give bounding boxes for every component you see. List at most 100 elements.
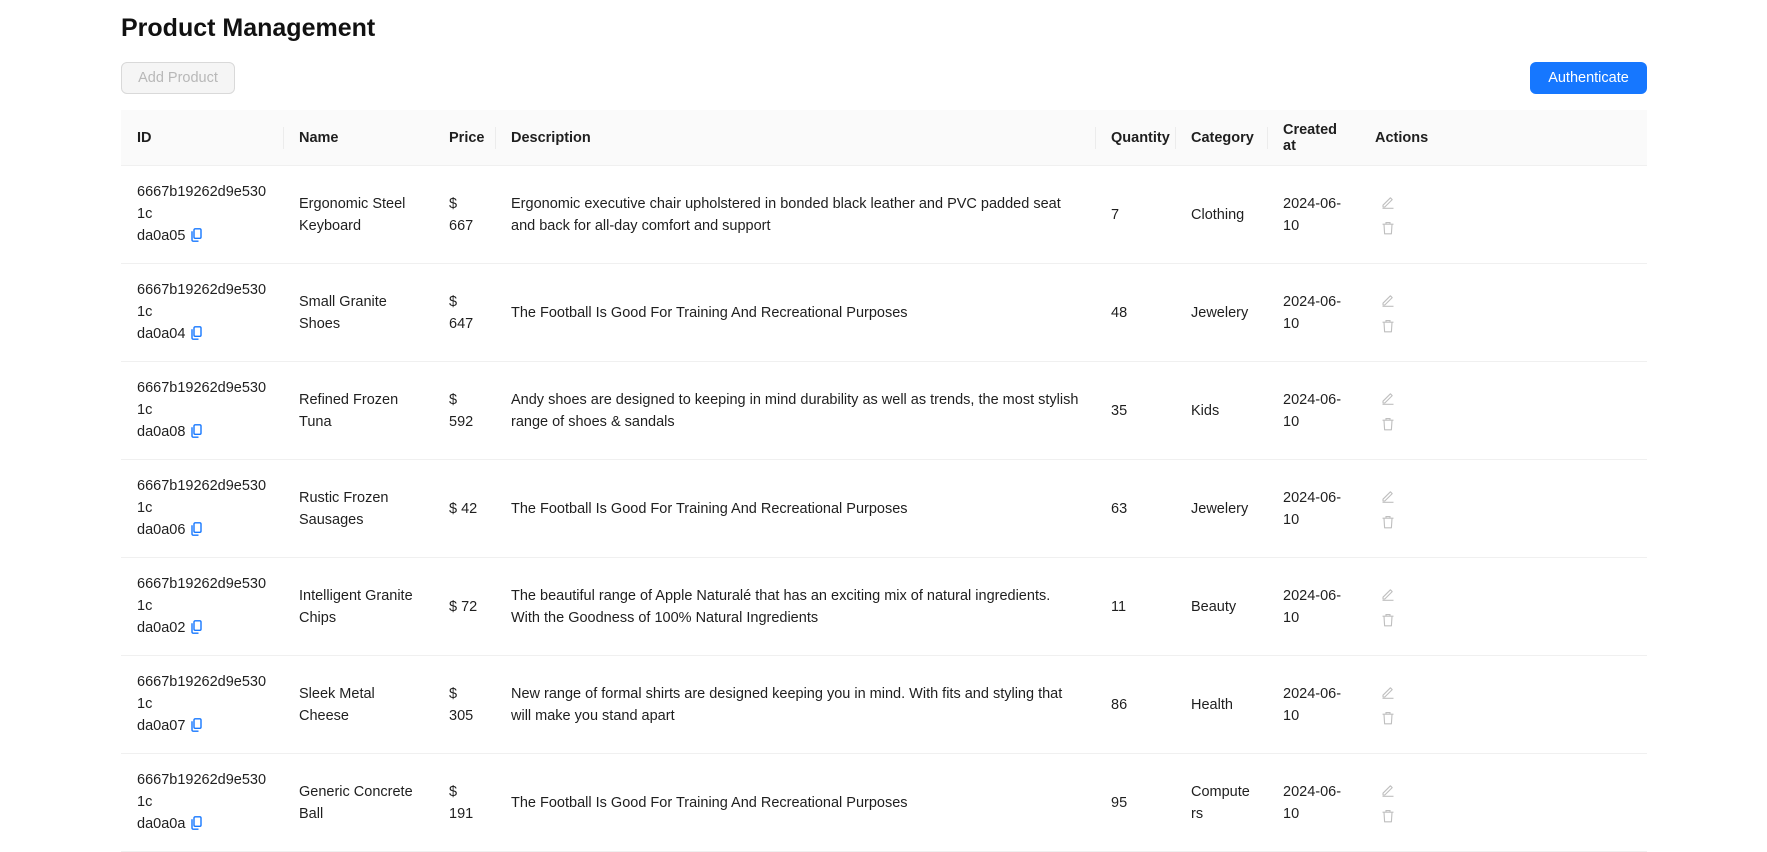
product-id-line2: da0a06 xyxy=(137,521,186,538)
column-header-created-at: Created at xyxy=(1267,110,1359,166)
authenticate-button[interactable]: Authenticate xyxy=(1530,62,1647,94)
product-name: Ergonomic Steel Keyboard xyxy=(283,165,433,264)
copy-icon[interactable] xyxy=(191,423,203,445)
product-quantity: 86 xyxy=(1095,655,1175,754)
actions-cell xyxy=(1359,165,1647,264)
table-row: 6667b19262d9e5301c da0a06 Rustic Frozen S… xyxy=(121,459,1647,558)
add-product-button[interactable]: Add Product xyxy=(121,62,235,94)
delete-icon[interactable] xyxy=(1381,221,1395,235)
column-header-category: Category xyxy=(1175,110,1267,166)
id-cell: 6667b19262d9e5301c da0a06 xyxy=(121,459,283,558)
product-id-line2: da0a02 xyxy=(137,619,186,636)
id-cell: 6667b19262d9e5301c da0a05 xyxy=(121,165,283,264)
column-header-name: Name xyxy=(283,110,433,166)
product-price: $ 72 xyxy=(433,557,495,656)
product-category: Health xyxy=(1175,655,1267,754)
column-header-description: Description xyxy=(495,110,1095,166)
actions-cell xyxy=(1359,263,1647,362)
edit-icon[interactable] xyxy=(1381,195,1395,209)
product-price: $ 647 xyxy=(433,263,495,362)
product-category: Jewelery xyxy=(1175,263,1267,362)
product-id-line2: da0a04 xyxy=(137,325,186,342)
product-id-line1: 6667b19262d9e5301c xyxy=(137,575,267,614)
delete-icon[interactable] xyxy=(1381,613,1395,627)
product-created-at: 2024-06-10 xyxy=(1267,557,1359,656)
edit-icon[interactable] xyxy=(1381,489,1395,503)
product-description: Ergonomic executive chair upholstered in… xyxy=(495,165,1095,264)
product-id-line2: da0a0a xyxy=(137,815,186,832)
product-id-line1: 6667b19262d9e5301c xyxy=(137,379,267,418)
product-description: Andy shoes are designed to keeping in mi… xyxy=(495,361,1095,460)
copy-icon[interactable] xyxy=(191,521,203,543)
actions-cell xyxy=(1359,361,1647,460)
product-price: $ 42 xyxy=(433,459,495,558)
product-id-line1: 6667b19262d9e5301c xyxy=(137,477,267,516)
page: Product Management Add Product Authentic… xyxy=(0,0,1767,852)
table-row: 6667b19262d9e5301c da0a08 Refined Frozen … xyxy=(121,361,1647,460)
copy-icon[interactable] xyxy=(191,815,203,837)
table-row: 6667b19262d9e5301c da0a0a Generic Concret… xyxy=(121,753,1647,852)
id-cell: 6667b19262d9e5301c da0a02 xyxy=(121,557,283,656)
product-description: The Football Is Good For Training And Re… xyxy=(495,753,1095,852)
product-price: $ 592 xyxy=(433,361,495,460)
product-description: The Football Is Good For Training And Re… xyxy=(495,459,1095,558)
table-header: ID Name Price Description Quantity Categ… xyxy=(121,110,1647,166)
table-row: 6667b19262d9e5301c da0a07 Sleek Metal Che… xyxy=(121,655,1647,754)
product-price: $ 667 xyxy=(433,165,495,264)
delete-icon[interactable] xyxy=(1381,417,1395,431)
copy-icon[interactable] xyxy=(191,325,203,347)
column-header-id: ID xyxy=(121,110,283,166)
table-row: 6667b19262d9e5301c da0a02 Intelligent Gra… xyxy=(121,557,1647,656)
product-id-line1: 6667b19262d9e5301c xyxy=(137,183,267,222)
column-header-price: Price xyxy=(433,110,495,166)
edit-icon[interactable] xyxy=(1381,783,1395,797)
product-category: Beauty xyxy=(1175,557,1267,656)
product-id-line1: 6667b19262d9e5301c xyxy=(137,771,267,810)
product-created-at: 2024-06-10 xyxy=(1267,459,1359,558)
id-cell: 6667b19262d9e5301c da0a08 xyxy=(121,361,283,460)
table-row: 6667b19262d9e5301c da0a05 Ergonomic Steel… xyxy=(121,165,1647,264)
product-id-line2: da0a08 xyxy=(137,423,186,440)
actions-cell xyxy=(1359,753,1647,852)
product-created-at: 2024-06-10 xyxy=(1267,361,1359,460)
copy-icon[interactable] xyxy=(191,619,203,641)
product-quantity: 63 xyxy=(1095,459,1175,558)
edit-icon[interactable] xyxy=(1381,391,1395,405)
edit-icon[interactable] xyxy=(1381,587,1395,601)
product-price: $ 191 xyxy=(433,753,495,852)
product-table: ID Name Price Description Quantity Categ… xyxy=(121,110,1647,852)
product-name: Small Granite Shoes xyxy=(283,263,433,362)
actions-cell xyxy=(1359,459,1647,558)
product-description: New range of formal shirts are designed … xyxy=(495,655,1095,754)
actions-cell xyxy=(1359,557,1647,656)
table-body: 6667b19262d9e5301c da0a05 Ergonomic Steel… xyxy=(121,165,1647,852)
edit-icon[interactable] xyxy=(1381,293,1395,307)
product-quantity: 35 xyxy=(1095,361,1175,460)
delete-icon[interactable] xyxy=(1381,515,1395,529)
table-row: 6667b19262d9e5301c da0a04 Small Granite S… xyxy=(121,263,1647,362)
product-category: Jewelery xyxy=(1175,459,1267,558)
copy-icon[interactable] xyxy=(191,227,203,249)
edit-icon[interactable] xyxy=(1381,685,1395,699)
product-name: Refined Frozen Tuna xyxy=(283,361,433,460)
column-header-actions: Actions xyxy=(1359,110,1647,166)
copy-icon[interactable] xyxy=(191,717,203,739)
product-id-line1: 6667b19262d9e5301c xyxy=(137,673,267,712)
id-cell: 6667b19262d9e5301c da0a07 xyxy=(121,655,283,754)
delete-icon[interactable] xyxy=(1381,711,1395,725)
page-title: Product Management xyxy=(121,14,376,42)
product-description: The Football Is Good For Training And Re… xyxy=(495,263,1095,362)
id-cell: 6667b19262d9e5301c da0a04 xyxy=(121,263,283,362)
product-created-at: 2024-06-10 xyxy=(1267,165,1359,264)
product-created-at: 2024-06-10 xyxy=(1267,655,1359,754)
product-name: Generic Concrete Ball xyxy=(283,753,433,852)
actions-cell xyxy=(1359,655,1647,754)
delete-icon[interactable] xyxy=(1381,809,1395,823)
product-name: Rustic Frozen Sausages xyxy=(283,459,433,558)
delete-icon[interactable] xyxy=(1381,319,1395,333)
product-name: Intelligent Granite Chips xyxy=(283,557,433,656)
product-category: Clothing xyxy=(1175,165,1267,264)
product-id-line1: 6667b19262d9e5301c xyxy=(137,281,267,320)
product-quantity: 48 xyxy=(1095,263,1175,362)
product-category: Computers xyxy=(1175,753,1267,852)
